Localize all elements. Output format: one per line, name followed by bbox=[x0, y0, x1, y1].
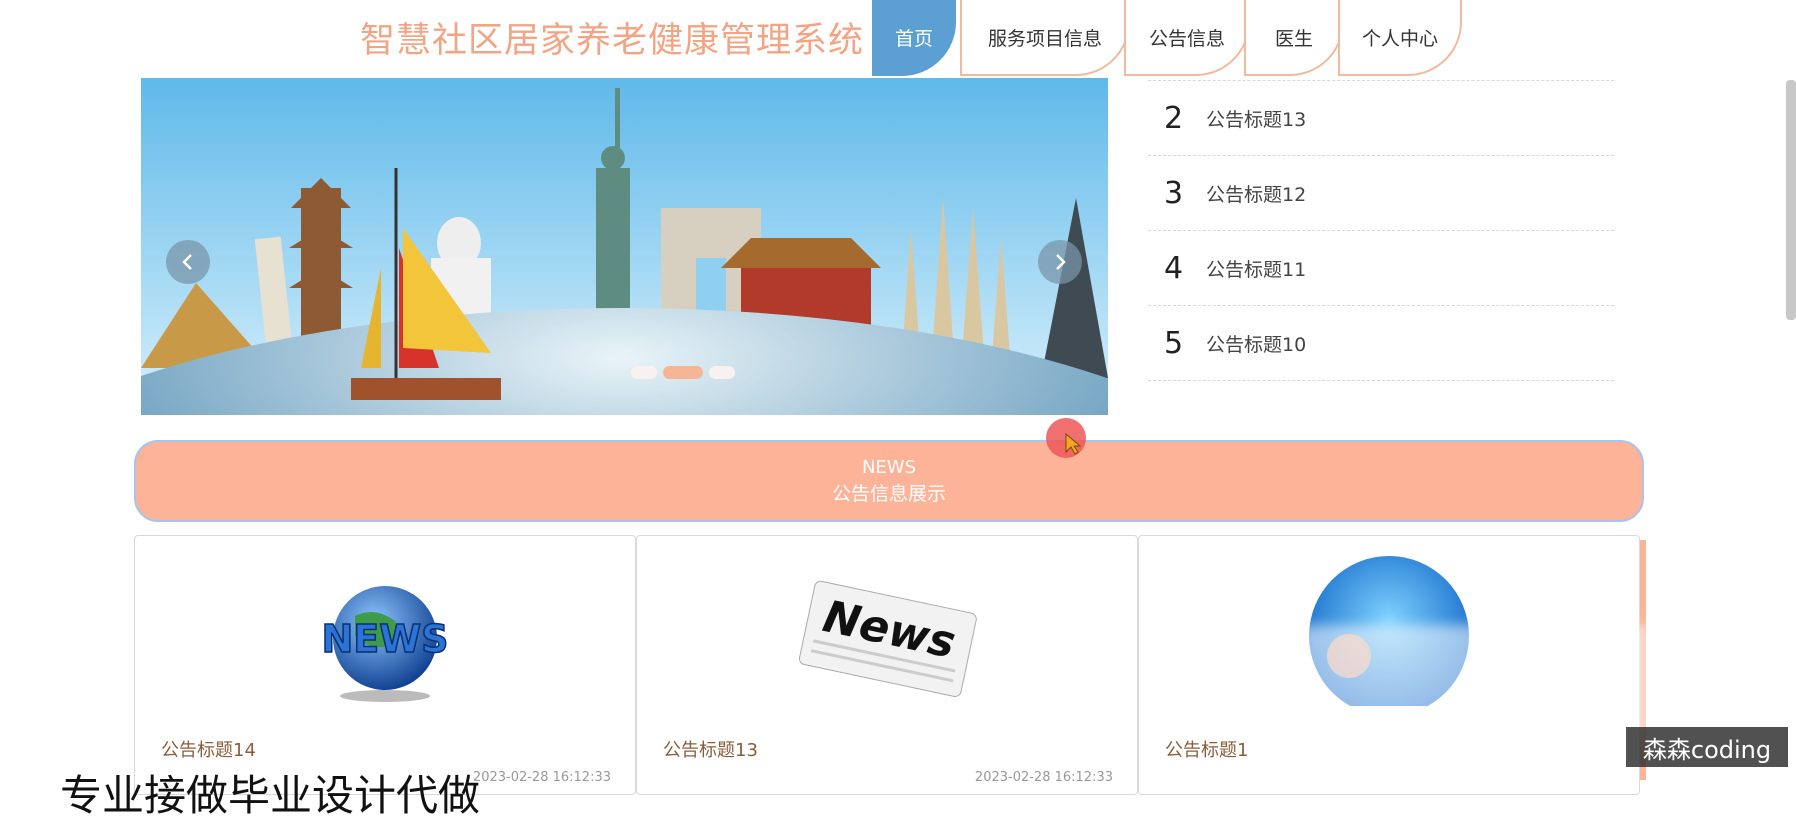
notice-title[interactable]: 公告标题13 bbox=[1206, 105, 1306, 132]
overlay-caption: 专业接做毕业设计代做 bbox=[60, 771, 481, 820]
news-card[interactable]: NEWS 公告标题14 2023-02-28 16:12:33 bbox=[134, 535, 636, 795]
notice-item[interactable]: 2 公告标题13 bbox=[1148, 81, 1614, 156]
site-title: 智慧社区居家养老健康管理系统 bbox=[360, 21, 865, 61]
carousel-dot[interactable] bbox=[631, 366, 657, 379]
notice-title[interactable]: 公告标题10 bbox=[1206, 330, 1306, 357]
chevron-left-icon bbox=[182, 254, 192, 270]
notice-title[interactable]: 公告标题11 bbox=[1206, 255, 1306, 282]
mouse-cursor bbox=[1046, 418, 1086, 458]
tab-home[interactable]: 首页 bbox=[872, 0, 956, 76]
banner-image bbox=[141, 78, 1108, 415]
pointer-icon bbox=[1065, 432, 1082, 455]
notice-item[interactable]: 4 公告标题11 bbox=[1148, 231, 1614, 306]
newspaper-image: News bbox=[798, 580, 977, 697]
news-card-date: 2023-02-28 16:12:33 bbox=[472, 770, 611, 785]
notice-number: 2 bbox=[1164, 100, 1184, 136]
svg-text:NEWS: NEWS bbox=[321, 617, 448, 661]
news-card-date: 2023-02-28 16:12:33 bbox=[974, 770, 1113, 785]
tab-doctors[interactable]: 医生 bbox=[1244, 0, 1344, 76]
news-card-title[interactable]: 公告标题14 bbox=[161, 736, 256, 762]
news-card[interactable]: News 公告标题13 2023-02-28 16:12:33 bbox=[636, 535, 1138, 795]
news-section-cn-title: 公告信息展示 bbox=[831, 483, 946, 505]
news-card-title[interactable]: 公告标题13 bbox=[663, 736, 758, 762]
tab-service-items[interactable]: 服务项目信息 bbox=[960, 0, 1130, 76]
notice-number: 5 bbox=[1164, 325, 1184, 361]
notice-number: 3 bbox=[1164, 175, 1184, 211]
blurred-region bbox=[1300, 625, 1650, 740]
news-section-header: NEWS 公告信息展示 bbox=[134, 440, 1644, 522]
news-section-en-title: NEWS bbox=[861, 457, 917, 478]
tab-personal-center[interactable]: 个人中心 bbox=[1338, 0, 1462, 76]
carousel-prev-button[interactable] bbox=[166, 240, 210, 284]
notice-item[interactable]: 5 公告标题10 bbox=[1148, 306, 1614, 381]
news-card-title[interactable]: 公告标题1 bbox=[1165, 736, 1248, 762]
scrollbar[interactable] bbox=[1786, 80, 1796, 320]
chevron-right-icon bbox=[1056, 254, 1066, 270]
notice-list: 2 公告标题13 3 公告标题12 4 公告标题11 5 公告标题10 bbox=[1148, 80, 1614, 381]
carousel-dot[interactable] bbox=[709, 366, 735, 379]
notice-number: 4 bbox=[1164, 250, 1184, 286]
watermark: 森森coding bbox=[1626, 727, 1788, 767]
notice-title[interactable]: 公告标题12 bbox=[1206, 180, 1306, 207]
carousel-next-button[interactable] bbox=[1038, 240, 1082, 284]
tab-notices[interactable]: 公告信息 bbox=[1124, 0, 1250, 76]
carousel-dot-active[interactable] bbox=[663, 366, 703, 379]
carousel-indicators bbox=[631, 366, 735, 379]
news-globe-image: NEWS bbox=[321, 586, 449, 702]
banner-carousel[interactable] bbox=[141, 78, 1108, 415]
notice-item[interactable]: 3 公告标题12 bbox=[1148, 156, 1614, 231]
